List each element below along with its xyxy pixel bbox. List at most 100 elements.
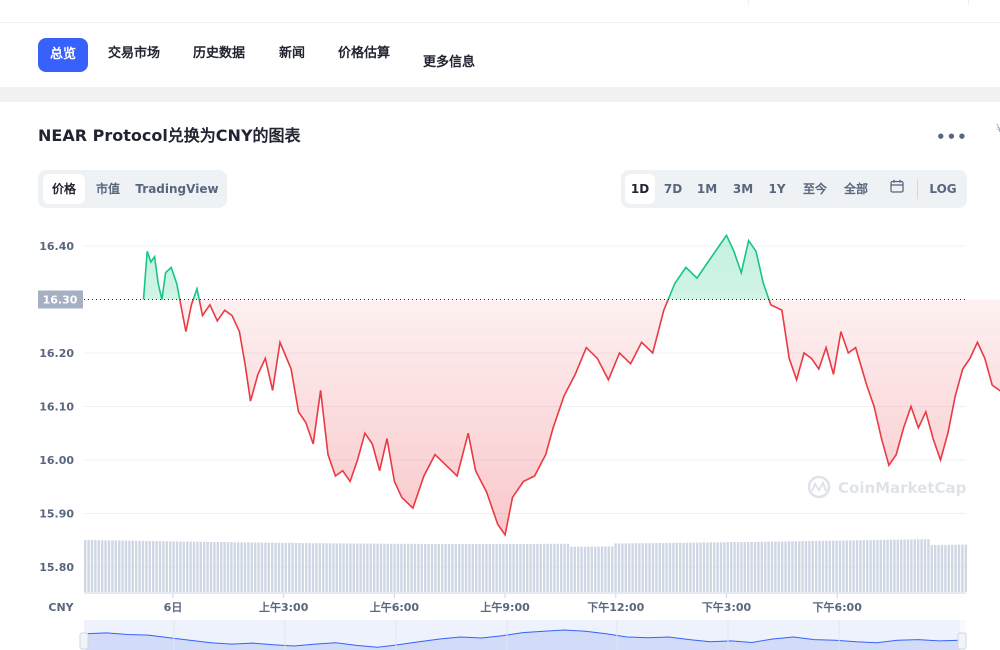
volume-bar <box>815 540 818 592</box>
volume-bar <box>97 540 100 592</box>
x-tick-label: 上午9:00 <box>480 600 530 614</box>
volume-bar <box>658 543 661 592</box>
volume-bar <box>213 541 216 592</box>
volume-bar <box>934 545 937 592</box>
volume-bar <box>750 541 753 592</box>
volume-bar <box>104 540 107 592</box>
volume-bar <box>546 543 549 592</box>
volume-bar <box>189 541 192 592</box>
volume-bar <box>913 539 916 592</box>
volume-bar <box>505 543 508 592</box>
volume-bar <box>158 541 162 592</box>
volume-bar <box>114 540 117 592</box>
y-tick-label: 16.10 <box>39 401 74 414</box>
price-chart[interactable]: 15.80 15.90 16.00 16.10 16.20 16.40 16.30 CNY 6日… <box>0 0 1000 650</box>
volume-bar <box>811 541 814 592</box>
volume-bar <box>866 540 869 592</box>
volume-bar <box>101 540 104 592</box>
volume-bar <box>583 546 587 592</box>
volume-bar <box>400 543 403 592</box>
volume-bar <box>407 543 410 592</box>
volume-bar <box>730 542 733 592</box>
volume-bar <box>886 539 889 592</box>
coinmarketcap-logo-mark <box>811 480 827 492</box>
volume-bar <box>566 543 570 592</box>
volume-bar <box>179 541 182 592</box>
volume-bar <box>702 542 706 592</box>
volume-bar <box>560 543 563 592</box>
y-tick-label: 16.40 <box>39 240 74 253</box>
volume-bar <box>220 542 223 592</box>
volume-bar <box>260 542 264 592</box>
volume-bar <box>410 543 413 592</box>
volume-bar <box>859 540 862 592</box>
volume-bar <box>111 540 114 592</box>
volume-bar <box>849 540 852 592</box>
volume-bar <box>587 546 590 592</box>
volume-bar <box>927 539 930 592</box>
volume-bar <box>781 541 784 592</box>
volume-bar <box>396 543 400 592</box>
volume-bar <box>835 540 838 592</box>
volume-bar <box>624 543 627 592</box>
volume-bar <box>345 543 349 592</box>
volume-bar <box>444 543 447 592</box>
volume-bar <box>539 543 542 592</box>
volume-bar <box>736 542 740 592</box>
volume-bar <box>617 543 621 592</box>
volume-bar <box>580 546 583 592</box>
x-tick-label: 下午3:00 <box>702 600 752 614</box>
volume-bar <box>199 541 202 592</box>
volume-bar <box>356 543 359 592</box>
volume-bar <box>845 540 848 592</box>
volume-bar <box>713 542 716 592</box>
volume-bar <box>638 543 641 592</box>
volume-bar <box>383 543 386 592</box>
volume-bar <box>529 543 532 592</box>
volume-bar <box>526 543 529 592</box>
volume-bar <box>458 543 461 592</box>
volume-bar <box>301 543 304 592</box>
volume-bar <box>481 543 485 592</box>
volume-bar <box>628 543 631 592</box>
volume-bar <box>298 543 301 592</box>
volume-bar <box>475 543 478 592</box>
volume-bar <box>451 543 454 592</box>
volume-bar <box>757 541 760 592</box>
volume-bar <box>641 543 644 592</box>
navigator-handle-right <box>957 632 967 650</box>
volume-bar <box>121 540 124 592</box>
volume-bar <box>240 542 243 592</box>
volume-bar <box>879 539 882 592</box>
volume-bar <box>808 541 811 592</box>
reference-price-label: 16.30 <box>43 294 78 307</box>
volume-bar <box>804 541 808 592</box>
volume-bar <box>838 540 842 592</box>
volume-bar <box>723 542 726 592</box>
volume-bar <box>291 542 294 592</box>
volume-bar <box>794 541 797 592</box>
volume-bar <box>237 542 240 592</box>
volume-bar <box>87 540 90 592</box>
x-tick-label: 上午3:00 <box>259 600 309 614</box>
volume-bar <box>910 539 913 592</box>
volume-bar <box>274 542 277 592</box>
volume-bar <box>369 543 372 592</box>
volume-bar <box>461 543 464 592</box>
volume-bar <box>373 543 376 592</box>
watermark-text: CoinMarketCap <box>838 479 967 497</box>
volume-bar <box>131 540 134 592</box>
volume-bar <box>862 540 865 592</box>
volume-bar <box>335 543 338 592</box>
volume-bar <box>614 543 617 592</box>
volume-bar <box>386 543 389 592</box>
volume-bar <box>590 546 593 592</box>
volume-bar <box>471 543 474 592</box>
volume-bar <box>709 542 712 592</box>
volume-bar <box>277 542 281 592</box>
volume-bar <box>420 543 423 592</box>
volume-bar <box>124 540 128 592</box>
volume-bar <box>509 543 512 592</box>
volume-bar <box>906 539 910 592</box>
y-tick-label: 16.20 <box>39 347 74 360</box>
